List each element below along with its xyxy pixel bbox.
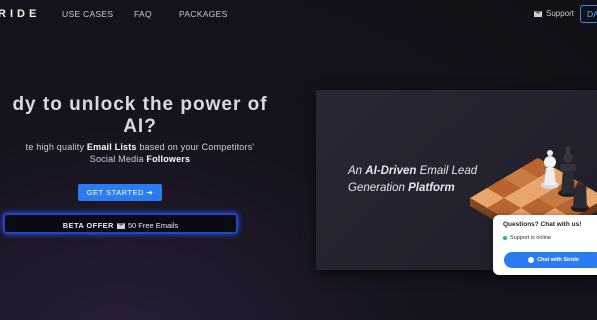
mail-icon — [534, 10, 542, 17]
sub-text: based on your Competitors' — [136, 142, 255, 152]
chat-title: Questions? Chat with us! — [503, 221, 582, 228]
sub-bold-followers: Followers — [146, 154, 191, 164]
support-label: Support — [546, 9, 575, 18]
chat-widget[interactable]: Questions? Chat with us! Support is onli… — [493, 215, 597, 275]
chat-status-text: Support is online — [510, 235, 551, 241]
chat-bubble-icon — [528, 257, 535, 263]
beta-offer-banner[interactable]: BETA OFFER 50 Free Emails — [3, 213, 238, 234]
headline-line-2: AI? — [123, 116, 157, 137]
headline-line-1: dy to unlock the power of — [12, 94, 268, 115]
beta-label: BETA OFFER — [62, 221, 114, 230]
video-caption: An AI-Driven Email Lead Generation Platf… — [348, 163, 488, 197]
caption-text: An — [348, 165, 366, 177]
online-dot-icon — [503, 236, 507, 240]
nav-link-use-cases[interactable]: USE CASES — [62, 9, 113, 19]
top-nav: RIDE USE CASES FAQ PACKAGES Support DA — [0, 0, 597, 30]
logo[interactable]: RIDE — [0, 8, 40, 20]
chat-status: Support is online — [503, 235, 551, 241]
sub-text: Social Media — [89, 154, 147, 164]
hero-subtitle: te high quality Email Lists based on you… — [0, 141, 310, 165]
hero-headline: dy to unlock the power of AI? — [0, 94, 300, 138]
mail-icon — [116, 222, 125, 229]
caption-bold-ai-driven: AI-Driven — [365, 165, 417, 177]
caption-bold-platform: Platform — [408, 182, 455, 194]
sub-text: te high quality — [25, 142, 87, 152]
dashboard-button[interactable]: DA — [580, 5, 597, 23]
beta-text: 50 Free Emails — [127, 221, 179, 230]
sub-bold-email-lists: Email Lists — [86, 142, 137, 152]
chat-with-stride-button[interactable]: Chat with Stride — [504, 252, 597, 268]
support-link[interactable]: Support — [534, 9, 574, 18]
get-started-button[interactable]: GET STARTED ➔ — [78, 184, 162, 201]
chat-button-label: Chat with Stride — [537, 257, 579, 263]
nav-link-packages[interactable]: PACKAGES — [179, 9, 228, 19]
nav-link-faq[interactable]: FAQ — [134, 9, 152, 19]
